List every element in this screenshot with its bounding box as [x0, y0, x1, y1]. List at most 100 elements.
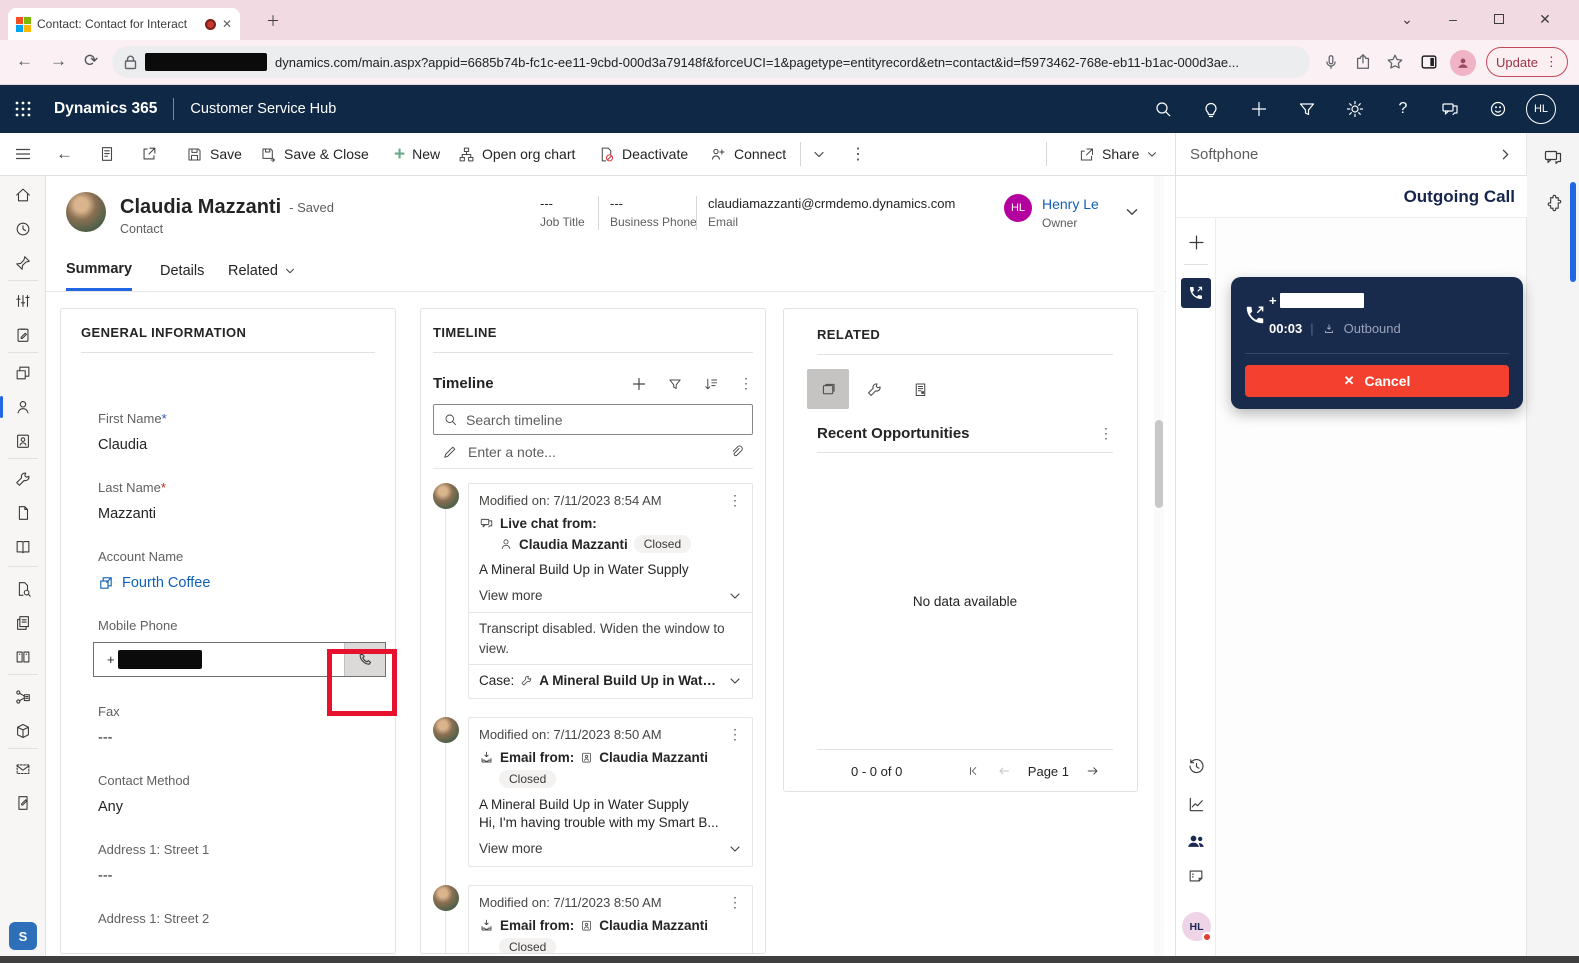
history-icon[interactable] — [1176, 752, 1216, 780]
filter-icon[interactable] — [1296, 98, 1318, 120]
entry-subject[interactable]: A Mineral Build Up in Water Supply — [479, 562, 742, 577]
notes-icon[interactable] — [1176, 862, 1216, 890]
browser-update-button[interactable]: Update ⋮ — [1486, 47, 1568, 77]
new-button[interactable]: +New — [394, 133, 440, 175]
share-page-icon[interactable] — [1354, 53, 1372, 71]
queues-icon[interactable] — [0, 498, 46, 528]
products-icon[interactable] — [0, 716, 46, 746]
commands-chevron-icon[interactable] — [812, 133, 826, 175]
more-commands-kebab-icon[interactable]: ⋮ — [850, 133, 866, 175]
timeline-filter-icon[interactable] — [667, 376, 683, 392]
favorite-star-icon[interactable] — [1386, 53, 1404, 71]
pinned-icon[interactable] — [0, 248, 46, 278]
entry-person[interactable]: Claudia Mazzanti — [599, 918, 708, 933]
back-icon[interactable]: ← — [16, 51, 33, 71]
tab-details[interactable]: Details — [160, 250, 204, 292]
knowledge-book-icon[interactable] — [0, 532, 46, 562]
scrollbar-thumb[interactable] — [1155, 420, 1163, 508]
social-profiles-icon[interactable] — [0, 426, 46, 456]
entry-person[interactable]: Claudia Mazzanti — [519, 537, 628, 552]
connect-button[interactable]: Connect — [710, 133, 786, 175]
browser-profile-avatar[interactable] — [1450, 50, 1476, 76]
paperclip-icon[interactable] — [729, 444, 744, 459]
articles-icon[interactable] — [0, 608, 46, 638]
lightbulb-icon[interactable] — [1200, 98, 1222, 120]
popout-icon[interactable] — [140, 133, 158, 175]
last-name-value[interactable]: Mazzanti — [98, 506, 375, 522]
view-more-link[interactable]: View more — [479, 841, 728, 856]
tab-close-icon[interactable]: ✕ — [222, 17, 232, 31]
knowledge-search-icon[interactable] — [0, 574, 46, 604]
agent-presence-avatar[interactable]: HL — [1182, 912, 1211, 941]
tab-related[interactable]: Related — [228, 250, 296, 292]
split-screen-icon[interactable] — [1420, 53, 1438, 71]
browser-tab[interactable]: Contact: Contact for Interact ✕ — [8, 8, 240, 40]
entry-kebab-icon[interactable]: ⋮ — [728, 894, 742, 911]
related-kebab-icon[interactable]: ⋮ — [1099, 425, 1113, 442]
window-minimize-button[interactable]: – — [1438, 6, 1468, 32]
address-bar[interactable]: dynamics.com/main.aspx?appid=6685b74b-fc… — [112, 46, 1310, 78]
chevron-down-icon[interactable] — [728, 589, 742, 603]
new-tab-button[interactable]: ＋ — [258, 8, 288, 34]
entry-kebab-icon[interactable]: ⋮ — [728, 492, 742, 509]
related-tab-opportunities[interactable] — [807, 369, 849, 409]
help-icon[interactable]: ? — [1392, 98, 1414, 120]
view-more-link[interactable]: View more — [479, 588, 728, 603]
site-map-hamburger-icon[interactable] — [14, 133, 32, 175]
email-value[interactable]: claudiamazzanti@crmdemo.dynamics.com — [708, 196, 955, 211]
first-name-value[interactable]: Claudia — [98, 437, 375, 453]
entry-subject[interactable]: A Mineral Build Up in Water Supply — [479, 797, 742, 812]
app-name[interactable]: Customer Service Hub — [190, 101, 336, 117]
reload-icon[interactable]: ⟳ — [84, 51, 98, 71]
timeline-search-box[interactable] — [433, 404, 753, 435]
entry-person[interactable]: Claudia Mazzanti — [599, 750, 708, 765]
contact-method-value[interactable]: Any — [98, 799, 375, 815]
quick-create-plus-icon[interactable] — [1248, 98, 1270, 120]
entry-body[interactable]: Modified on: 7/11/2023 8:54 AM ⋮ Live ch… — [468, 483, 753, 699]
entry-body[interactable]: Modified on: 7/11/2023 8:50 AM ⋮ Email f… — [468, 717, 753, 867]
timeline-search-input[interactable] — [466, 412, 743, 428]
tab-search-chevron-icon[interactable]: ⌄ — [1392, 6, 1422, 32]
save-button[interactable]: Save — [186, 133, 242, 175]
address1-street1-value[interactable]: --- — [98, 868, 375, 884]
owner-avatar[interactable]: HL — [1004, 194, 1032, 222]
cases-wrench-icon[interactable] — [0, 464, 46, 494]
analytics-chart-icon[interactable] — [1176, 790, 1216, 818]
contacts-people-icon[interactable] — [1176, 827, 1216, 855]
cancel-call-button[interactable]: ✕ Cancel — [1245, 365, 1509, 397]
smiley-icon[interactable] — [1487, 98, 1509, 120]
timeline-add-icon[interactable] — [631, 376, 647, 392]
enter-note-row[interactable] — [433, 435, 753, 469]
microphone-icon[interactable] — [1322, 53, 1340, 71]
plugin-puzzle-icon[interactable] — [1544, 193, 1563, 215]
account-name-link[interactable]: Fourth Coffee — [122, 575, 210, 591]
header-collapse-chevron-icon[interactable] — [1124, 204, 1140, 220]
note-input[interactable] — [468, 444, 719, 460]
activities-icon[interactable] — [0, 320, 46, 350]
window-maximize-button[interactable] — [1484, 6, 1514, 32]
add-session-plus-icon[interactable] — [1176, 228, 1216, 256]
update-menu-kebab-icon[interactable]: ⋮ — [1545, 54, 1558, 70]
deactivate-button[interactable]: Deactivate — [598, 133, 688, 175]
back-button[interactable]: ← — [56, 133, 73, 175]
chevron-down-icon[interactable] — [728, 842, 742, 856]
forward-icon[interactable]: → — [50, 51, 67, 71]
chevron-down-icon[interactable] — [728, 674, 742, 688]
timeline-sort-icon[interactable] — [703, 376, 719, 392]
fax-value[interactable]: --- — [98, 730, 375, 746]
first-page-icon[interactable] — [966, 764, 980, 778]
owner-name-link[interactable]: Henry Le — [1042, 196, 1099, 212]
related-tab-entitlements[interactable] — [899, 369, 941, 409]
window-close-button[interactable]: ✕ — [1530, 6, 1560, 32]
active-call-tab[interactable] — [1181, 278, 1211, 308]
case-link[interactable]: A Mineral Build Up in Water S... — [539, 673, 722, 688]
home-icon[interactable] — [0, 180, 46, 210]
tab-summary[interactable]: Summary — [66, 250, 132, 291]
related-tab-cases[interactable] — [853, 369, 895, 409]
entry-case-row[interactable]: Case: A Mineral Build Up in Water S... — [469, 665, 752, 692]
main-scrollbar[interactable] — [1154, 176, 1164, 956]
drafts-icon[interactable] — [0, 788, 46, 818]
contacts-icon-selected[interactable] — [0, 392, 46, 422]
user-avatar[interactable]: HL — [1526, 94, 1556, 124]
entry-kebab-icon[interactable]: ⋮ — [728, 726, 742, 743]
